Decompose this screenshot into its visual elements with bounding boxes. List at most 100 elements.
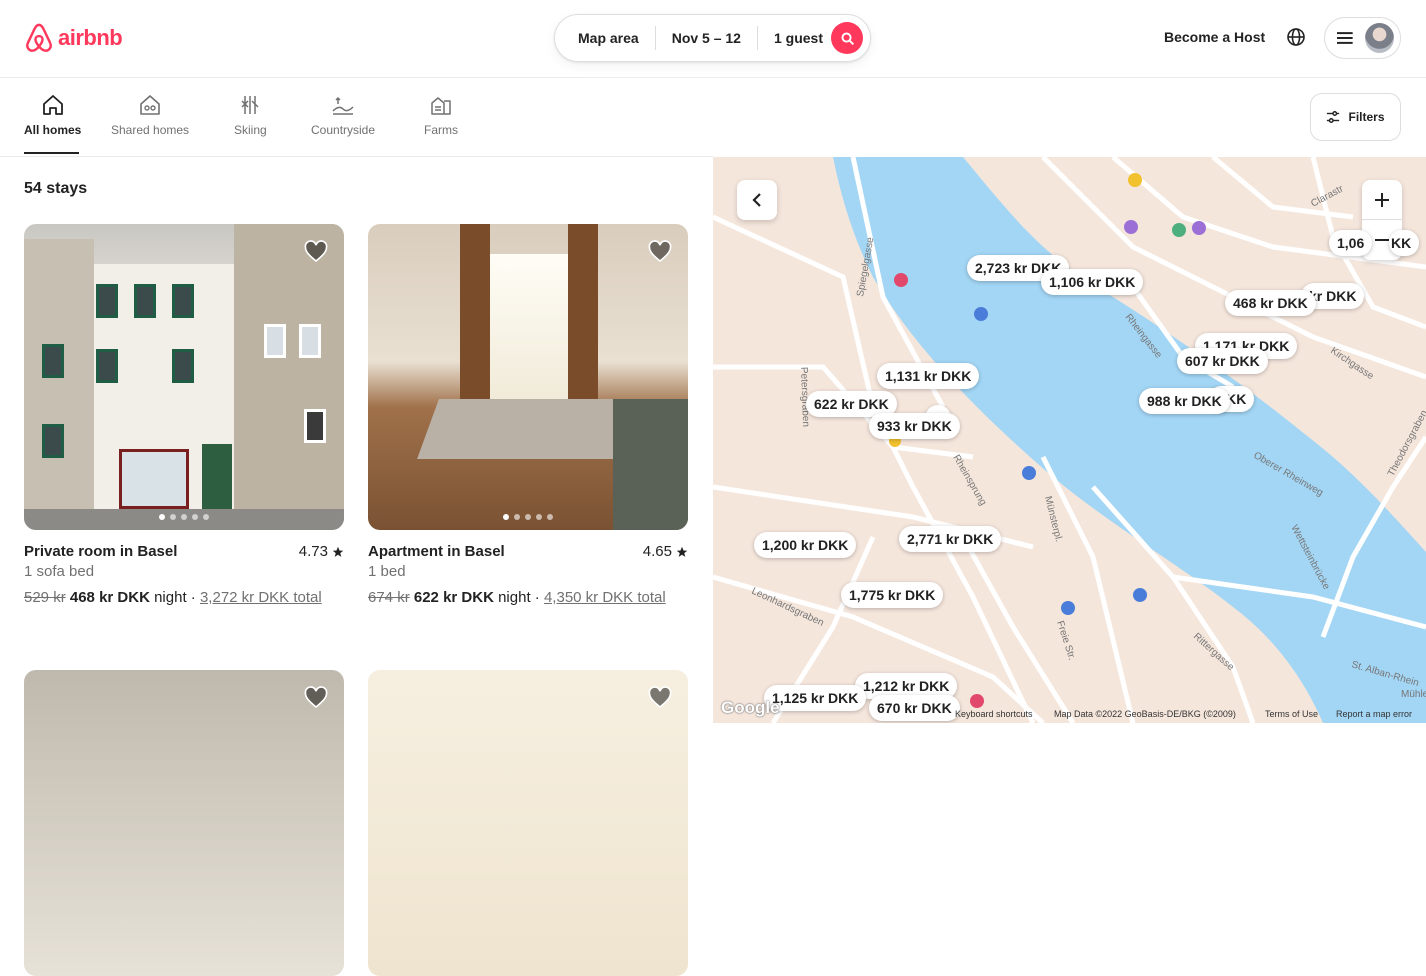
price-unit: night xyxy=(498,589,531,606)
listing-photo[interactable] xyxy=(368,224,688,530)
search-dates[interactable]: Nov 5 – 12 xyxy=(656,26,757,50)
heart-icon[interactable] xyxy=(648,240,672,264)
price-pin[interactable]: 933 kr DKK xyxy=(869,413,960,439)
category-label: Countryside xyxy=(311,123,376,137)
category-skiing[interactable]: Skiing xyxy=(234,93,267,137)
map-poi xyxy=(974,307,988,321)
top-header: airbnb Map area Nov 5 – 12 1 guest Becom… xyxy=(0,0,1426,78)
category-bar: All homes Shared homes Skiing Countrysid… xyxy=(0,79,713,157)
filters-icon xyxy=(1327,111,1340,123)
farm-icon xyxy=(431,97,451,115)
brand-name: airbnb xyxy=(58,25,123,50)
listing-subtitle: 1 sofa bed xyxy=(24,563,95,580)
star-icon xyxy=(332,546,344,557)
listing-photo[interactable] xyxy=(24,670,344,976)
map-poi xyxy=(1192,221,1206,235)
map-poi xyxy=(1124,220,1138,234)
listing-subtitle: 1 bed xyxy=(368,563,406,580)
search-guests[interactable]: 1 guest xyxy=(758,26,839,50)
active-category-underline xyxy=(24,152,79,154)
street-label-munsterpl: Münsterpl. xyxy=(1042,495,1064,543)
category-label: Farms xyxy=(424,123,458,137)
price-pin[interactable]: 988 kr DKK xyxy=(1139,388,1230,414)
search-icon xyxy=(840,31,854,45)
map-canvas: Petersgraben Spiegelgasse Rheinsprung Le… xyxy=(713,157,1426,723)
price-pin[interactable]: 1,131 kr DKK xyxy=(877,363,980,389)
price-pin[interactable]: 2,771 kr DKK xyxy=(899,526,1002,552)
category-label: All homes xyxy=(24,123,82,137)
listing-card[interactable]: Apartment in Basel 4.65 1 bed 674 kr 622… xyxy=(368,224,688,606)
total-price-link[interactable]: 3,272 kr DKK total xyxy=(200,589,322,606)
search-bar[interactable]: Map area Nov 5 – 12 1 guest xyxy=(554,14,871,62)
skiing-icon xyxy=(241,96,259,114)
minus-icon xyxy=(1375,239,1389,241)
map-poi xyxy=(894,273,908,287)
map-poi xyxy=(1133,588,1147,602)
total-price-link[interactable]: 4,350 kr DKK total xyxy=(544,589,666,606)
star-icon xyxy=(676,546,688,557)
results-count: 54 stays xyxy=(24,180,88,197)
category-label: Skiing xyxy=(234,123,267,137)
street-label-muhlenb: Mühlenb xyxy=(1401,689,1426,700)
airbnb-logo-icon xyxy=(26,23,52,52)
rating-value: 4.73 xyxy=(298,543,328,560)
category-farms[interactable]: Farms xyxy=(424,93,458,137)
category-shared-homes[interactable]: Shared homes xyxy=(111,93,189,137)
listing-card[interactable] xyxy=(368,670,688,976)
heart-icon[interactable] xyxy=(648,686,672,710)
price-unit: night xyxy=(154,589,187,606)
user-avatar xyxy=(1364,23,1394,53)
price-pin[interactable]: 1,106 kr DKK xyxy=(1041,269,1144,295)
listing-title: Private room in Basel xyxy=(24,543,178,560)
listing-rating: 4.65 xyxy=(643,543,688,560)
become-host-link[interactable]: Become a Host xyxy=(1164,29,1265,45)
listing-photo[interactable] xyxy=(24,224,344,530)
street-label-freie-str: Freie Str. xyxy=(1054,620,1077,662)
price-pin[interactable]: KK xyxy=(1389,230,1420,256)
price-pin[interactable]: 1,06 xyxy=(1329,230,1373,256)
map-poi xyxy=(1128,173,1142,187)
category-countryside[interactable]: Countryside xyxy=(311,93,375,137)
collapse-map-button[interactable] xyxy=(737,180,777,220)
current-price: 622 kr DKK xyxy=(413,589,494,606)
category-label: Shared homes xyxy=(111,123,190,137)
filters-label: Filters xyxy=(1348,110,1385,124)
listing-card[interactable]: Private room in Basel 4.73 1 sofa bed 52… xyxy=(24,224,344,606)
map-poi xyxy=(1172,223,1186,237)
shared-homes-icon xyxy=(140,95,160,115)
price-pin[interactable]: 1,775 kr DKK xyxy=(841,582,944,608)
original-price: 529 kr xyxy=(24,589,66,606)
filters-button[interactable]: Filters xyxy=(1310,93,1401,141)
language-button[interactable] xyxy=(1286,27,1306,52)
price-pin[interactable]: 468 kr DKK xyxy=(1225,290,1316,316)
map-poi xyxy=(1022,466,1036,480)
user-menu-button[interactable] xyxy=(1324,17,1401,59)
keyboard-shortcuts-link[interactable]: Keyboard shortcuts xyxy=(955,709,1033,719)
current-price: 468 kr DKK xyxy=(69,589,150,606)
hamburger-menu-icon xyxy=(1337,32,1353,44)
map-data-attribution: Map Data ©2022 GeoBasis-DE/BKG (©2009) xyxy=(1054,709,1236,719)
photo-carousel-dots xyxy=(159,514,209,520)
house-facade-image xyxy=(24,670,344,976)
rating-value: 4.65 xyxy=(642,543,672,560)
report-map-error-link[interactable]: Report a map error xyxy=(1336,709,1412,719)
home-icon xyxy=(42,95,63,115)
house-facade-image xyxy=(24,224,344,530)
listing-card[interactable] xyxy=(24,670,344,976)
map-poi xyxy=(1061,601,1075,615)
price-pin[interactable]: 1,200 kr DKK xyxy=(754,532,857,558)
search-location[interactable]: Map area xyxy=(555,26,655,50)
listing-title: Apartment in Basel xyxy=(368,543,505,560)
countryside-icon xyxy=(332,96,354,115)
listing-photo[interactable] xyxy=(368,670,688,976)
listing-price: 674 kr 622 kr DKK night · 4,350 kr DKK t… xyxy=(368,589,666,606)
map-view[interactable]: Petersgraben Spiegelgasse Rheinsprung Le… xyxy=(713,157,1426,723)
price-pin[interactable]: 607 kr DKK xyxy=(1177,348,1268,374)
terms-of-use-link[interactable]: Terms of Use xyxy=(1265,709,1318,719)
airbnb-logo[interactable]: airbnb xyxy=(24,22,123,54)
heart-icon[interactable] xyxy=(304,686,328,710)
heart-icon[interactable] xyxy=(304,240,328,264)
category-all-homes[interactable]: All homes xyxy=(24,93,81,137)
zoom-in-button[interactable] xyxy=(1362,180,1402,220)
search-button[interactable] xyxy=(831,22,863,54)
